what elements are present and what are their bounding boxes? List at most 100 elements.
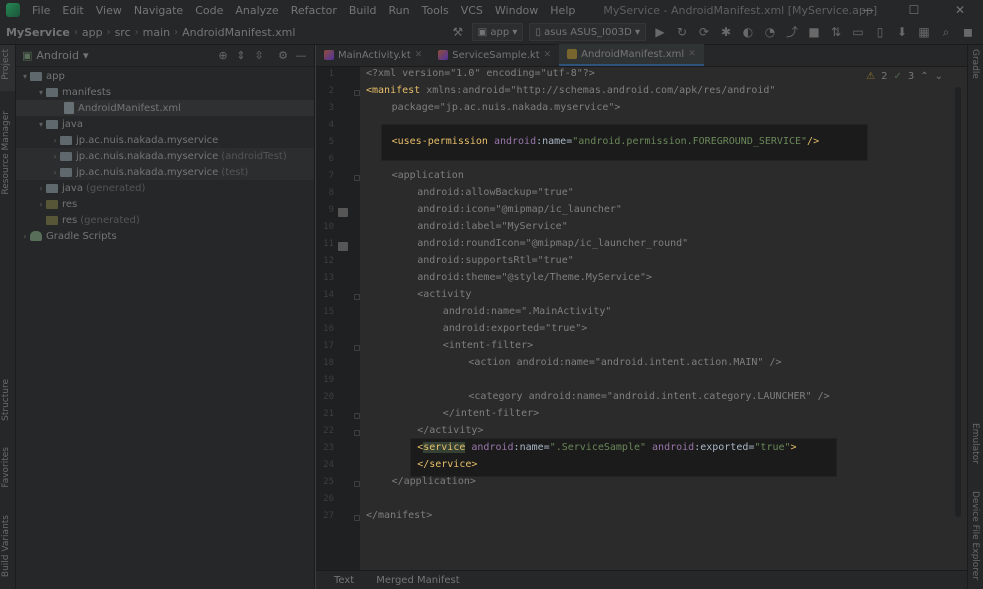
menu-help[interactable]: Help — [544, 4, 581, 17]
expand-all-icon[interactable]: ⇕ — [234, 49, 248, 63]
breadcrumb-src[interactable]: src — [111, 26, 135, 39]
close-button[interactable]: ✕ — [937, 0, 983, 20]
code-token: package — [391, 102, 434, 113]
search-icon[interactable]: ⌕ — [937, 23, 955, 41]
code-token: <uses-permission — [391, 136, 488, 147]
tool-tab-favorites[interactable]: Favorites — [1, 447, 11, 488]
maximize-button[interactable]: ☐ — [891, 0, 937, 20]
menu-window[interactable]: Window — [489, 4, 544, 17]
sdk-manager-icon[interactable]: ⬇ — [893, 23, 911, 41]
chevron-up-icon[interactable]: ⌃ — [920, 71, 928, 82]
profile-icon[interactable]: ◔ — [761, 23, 779, 41]
tree-item-package-androidtest[interactable]: › jp.ac.nuis.nakada.myservice (androidTe… — [16, 148, 314, 164]
close-icon[interactable]: ✕ — [544, 50, 552, 60]
tree-item-java-generated[interactable]: › java (generated) — [16, 180, 314, 196]
tree-item-gradle-scripts[interactable]: › Gradle Scripts — [16, 228, 314, 244]
menu-build[interactable]: Build — [343, 4, 383, 17]
tool-tab-gradle[interactable]: Gradle — [970, 49, 980, 79]
breadcrumb-project[interactable]: MyService — [0, 26, 74, 39]
menu-tools[interactable]: Tools — [416, 4, 455, 17]
image-preview-icon[interactable] — [338, 242, 348, 251]
apply-changes-icon[interactable]: ⟳ — [695, 23, 713, 41]
line-number: 26 — [323, 494, 334, 504]
run-icon[interactable]: ▶ — [651, 23, 669, 41]
menu-code[interactable]: Code — [189, 4, 229, 17]
tree-item-app[interactable]: ▾ app — [16, 68, 314, 84]
tree-item-label: java — [62, 118, 83, 130]
tool-tab-resource-manager[interactable]: Resource Manager — [1, 111, 11, 195]
tab-merged-manifest[interactable]: Merged Manifest — [376, 575, 459, 586]
tab-mainactivity[interactable]: MainActivity.kt ✕ — [316, 44, 430, 66]
tree-item-androidmanifest[interactable]: AndroidManifest.xml — [16, 100, 314, 116]
menu-analyze[interactable]: Analyze — [229, 4, 284, 17]
close-icon[interactable]: ✕ — [688, 49, 696, 59]
layout-inspector-icon[interactable]: ▭ — [849, 23, 867, 41]
fold-marker-icon[interactable] — [354, 345, 360, 351]
fold-marker-icon[interactable] — [354, 175, 360, 181]
vertical-scrollbar[interactable] — [955, 87, 961, 517]
code-line: android:label="MyService" — [417, 221, 568, 232]
code-line: android:roundIcon="@mipmap/ic_launcher_r… — [417, 238, 688, 249]
project-view-select[interactable]: ▣ Android ▾ — [22, 49, 88, 62]
line-number: 9 — [328, 205, 334, 215]
folder-icon — [46, 87, 58, 97]
account-icon[interactable]: ◼ — [959, 23, 977, 41]
tool-tab-emulator[interactable]: Emulator — [970, 423, 980, 464]
run-config-select[interactable]: ▣ app ▾ — [471, 23, 524, 41]
menu-file[interactable]: File — [26, 4, 56, 17]
debug-icon[interactable]: ✱ — [717, 23, 735, 41]
coverage-icon[interactable]: ◐ — [739, 23, 757, 41]
code-editor[interactable]: 1 2 3 4 5 6 7 8 9 10 11 12 13 14 15 16 17 18 19 20 21 22 23 24 2… — [316, 67, 967, 570]
device-select[interactable]: ▯ asus ASUS_I003D ▾ — [529, 23, 646, 41]
tool-tab-build-variants[interactable]: Build Variants — [1, 515, 11, 577]
menu-refactor[interactable]: Refactor — [285, 4, 343, 17]
tree-item-res[interactable]: › res — [16, 196, 314, 212]
code-token: android — [417, 204, 460, 215]
locate-icon[interactable]: ⊕ — [216, 49, 230, 63]
menu-edit[interactable]: Edit — [56, 4, 89, 17]
inspection-widget[interactable]: ⚠ 2 ✓ 3 ⌃ ⌄ — [866, 71, 943, 82]
kotlin-file-icon — [438, 50, 449, 60]
tree-item-label: java — [62, 182, 83, 194]
fold-marker-icon[interactable] — [354, 294, 360, 300]
tree-item-manifests[interactable]: ▾ manifests — [16, 84, 314, 100]
hammer-icon[interactable]: ⚒ — [449, 23, 467, 41]
menu-run[interactable]: Run — [383, 4, 416, 17]
menu-vcs[interactable]: VCS — [455, 4, 489, 17]
rerun-icon[interactable]: ↻ — [673, 23, 691, 41]
fold-marker-icon[interactable] — [354, 430, 360, 436]
tab-servicesample[interactable]: ServiceSample.kt ✕ — [430, 44, 559, 66]
tool-tab-structure[interactable]: Structure — [1, 379, 11, 421]
fold-marker-icon[interactable] — [354, 481, 360, 487]
tree-item-package-test[interactable]: › jp.ac.nuis.nakada.myservice (test) — [16, 164, 314, 180]
tab-androidmanifest[interactable]: AndroidManifest.xml ✕ — [559, 44, 704, 66]
tool-tab-device-file-explorer[interactable]: Device File Explorer — [970, 491, 980, 580]
breadcrumb-module[interactable]: app — [78, 26, 107, 39]
tree-item-java[interactable]: ▾ java — [16, 116, 314, 132]
breadcrumb-file[interactable]: AndroidManifest.xml — [178, 26, 299, 39]
tree-item-package-main[interactable]: › jp.ac.nuis.nakada.myservice — [16, 132, 314, 148]
tree-item-res-generated[interactable]: res (generated) — [16, 212, 314, 228]
tool-tab-project[interactable]: Project — [1, 49, 11, 80]
line-number: 12 — [323, 256, 334, 266]
gear-icon[interactable]: ⚙ — [276, 49, 290, 63]
breadcrumb-main[interactable]: main — [139, 26, 174, 39]
device-manager-icon[interactable]: ▯ — [871, 23, 889, 41]
collapse-all-icon[interactable]: ⇳ — [252, 49, 266, 63]
hide-icon[interactable]: — — [294, 49, 308, 63]
close-icon[interactable]: ✕ — [415, 50, 423, 60]
project-panel-header: ▣ Android ▾ ⊕ ⇕ ⇳ ⚙ — — [16, 45, 314, 67]
fold-marker-icon[interactable] — [354, 515, 360, 521]
chevron-down-icon[interactable]: ⌄ — [935, 71, 943, 82]
menu-view[interactable]: View — [90, 4, 128, 17]
attach-debugger-icon[interactable]: ⤴ — [783, 23, 801, 41]
fold-marker-icon[interactable] — [354, 90, 360, 96]
fold-marker-icon[interactable] — [354, 413, 360, 419]
project-structure-icon[interactable]: ▦ — [915, 23, 933, 41]
menu-navigate[interactable]: Navigate — [128, 4, 189, 17]
stop-icon[interactable]: ■ — [805, 23, 823, 41]
sync-gradle-icon[interactable]: ⇅ — [827, 23, 845, 41]
image-preview-icon[interactable] — [338, 208, 348, 217]
tab-text[interactable]: Text — [334, 575, 354, 586]
minimize-button[interactable]: — — [845, 0, 891, 20]
